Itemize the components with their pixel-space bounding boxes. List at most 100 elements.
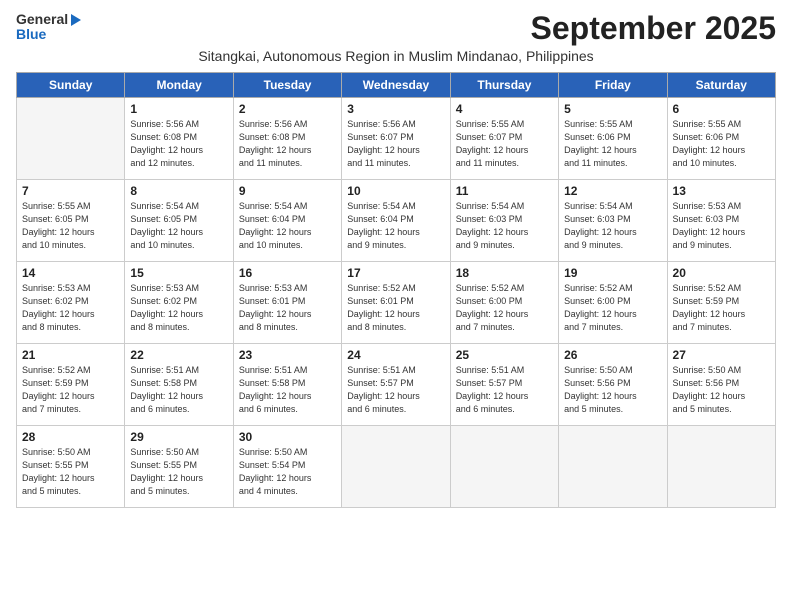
day-number: 17 (347, 266, 444, 280)
calendar-cell: 30 Sunrise: 5:50 AMSunset: 5:54 PMDayligh… (233, 426, 341, 508)
day-info: Sunrise: 5:54 AMSunset: 6:03 PMDaylight:… (456, 200, 553, 252)
calendar-cell (667, 426, 775, 508)
calendar-cell: 17 Sunrise: 5:52 AMSunset: 6:01 PMDayligh… (342, 262, 450, 344)
subtitle: Sitangkai, Autonomous Region in Muslim M… (16, 48, 776, 64)
calendar-day-header: Tuesday (233, 73, 341, 98)
day-info: Sunrise: 5:51 AMSunset: 5:58 PMDaylight:… (130, 364, 227, 416)
calendar-cell: 2 Sunrise: 5:56 AMSunset: 6:08 PMDaylight… (233, 98, 341, 180)
calendar: SundayMondayTuesdayWednesdayThursdayFrid… (16, 72, 776, 508)
day-number: 11 (456, 184, 553, 198)
calendar-day-header: Saturday (667, 73, 775, 98)
month-title: September 2025 (531, 12, 776, 44)
day-number: 20 (673, 266, 770, 280)
calendar-cell: 7 Sunrise: 5:55 AMSunset: 6:05 PMDaylight… (17, 180, 125, 262)
day-number: 23 (239, 348, 336, 362)
calendar-cell: 21 Sunrise: 5:52 AMSunset: 5:59 PMDayligh… (17, 344, 125, 426)
calendar-cell (450, 426, 558, 508)
calendar-cell (559, 426, 667, 508)
day-info: Sunrise: 5:52 AMSunset: 6:00 PMDaylight:… (456, 282, 553, 334)
day-number: 19 (564, 266, 661, 280)
day-number: 12 (564, 184, 661, 198)
day-info: Sunrise: 5:55 AMSunset: 6:06 PMDaylight:… (564, 118, 661, 170)
day-info: Sunrise: 5:52 AMSunset: 5:59 PMDaylight:… (22, 364, 119, 416)
day-info: Sunrise: 5:50 AMSunset: 5:55 PMDaylight:… (130, 446, 227, 498)
day-number: 3 (347, 102, 444, 116)
day-info: Sunrise: 5:55 AMSunset: 6:05 PMDaylight:… (22, 200, 119, 252)
day-info: Sunrise: 5:52 AMSunset: 6:00 PMDaylight:… (564, 282, 661, 334)
calendar-cell: 14 Sunrise: 5:53 AMSunset: 6:02 PMDayligh… (17, 262, 125, 344)
day-number: 18 (456, 266, 553, 280)
day-number: 14 (22, 266, 119, 280)
day-info: Sunrise: 5:53 AMSunset: 6:02 PMDaylight:… (22, 282, 119, 334)
calendar-cell: 18 Sunrise: 5:52 AMSunset: 6:00 PMDayligh… (450, 262, 558, 344)
calendar-cell: 4 Sunrise: 5:55 AMSunset: 6:07 PMDaylight… (450, 98, 558, 180)
page: General Blue September 2025 Sitangkai, A… (0, 0, 792, 518)
day-info: Sunrise: 5:52 AMSunset: 6:01 PMDaylight:… (347, 282, 444, 334)
day-number: 7 (22, 184, 119, 198)
day-number: 5 (564, 102, 661, 116)
logo: General Blue (16, 12, 81, 43)
day-number: 24 (347, 348, 444, 362)
day-info: Sunrise: 5:56 AMSunset: 6:08 PMDaylight:… (130, 118, 227, 170)
day-number: 27 (673, 348, 770, 362)
logo-arrow-icon (71, 14, 81, 26)
calendar-cell: 28Sunrise: 5:50 AMSunset: 5:55 PMDayligh… (17, 426, 125, 508)
calendar-cell: 3 Sunrise: 5:56 AMSunset: 6:07 PMDaylight… (342, 98, 450, 180)
calendar-week-row: 21 Sunrise: 5:52 AMSunset: 5:59 PMDayligh… (17, 344, 776, 426)
day-info: Sunrise: 5:53 AMSunset: 6:01 PMDaylight:… (239, 282, 336, 334)
calendar-cell: 9Sunrise: 5:54 AMSunset: 6:04 PMDaylight… (233, 180, 341, 262)
day-number: 25 (456, 348, 553, 362)
calendar-cell: 20 Sunrise: 5:52 AMSunset: 5:59 PMDayligh… (667, 262, 775, 344)
day-info: Sunrise: 5:52 AMSunset: 5:59 PMDaylight:… (673, 282, 770, 334)
day-info: Sunrise: 5:56 AMSunset: 6:08 PMDaylight:… (239, 118, 336, 170)
day-number: 4 (456, 102, 553, 116)
calendar-cell: 12 Sunrise: 5:54 AMSunset: 6:03 PMDayligh… (559, 180, 667, 262)
day-info: Sunrise: 5:51 AMSunset: 5:58 PMDaylight:… (239, 364, 336, 416)
day-info: Sunrise: 5:55 AMSunset: 6:06 PMDaylight:… (673, 118, 770, 170)
calendar-cell (342, 426, 450, 508)
calendar-cell: 10 Sunrise: 5:54 AMSunset: 6:04 PMDayligh… (342, 180, 450, 262)
calendar-cell: 29 Sunrise: 5:50 AMSunset: 5:55 PMDayligh… (125, 426, 233, 508)
day-number: 13 (673, 184, 770, 198)
logo-blue-text: Blue (16, 27, 46, 42)
day-number: 29 (130, 430, 227, 444)
day-number: 21 (22, 348, 119, 362)
day-info: Sunrise: 5:54 AMSunset: 6:04 PMDaylight:… (347, 200, 444, 252)
day-number: 6 (673, 102, 770, 116)
calendar-cell: 16 Sunrise: 5:53 AMSunset: 6:01 PMDayligh… (233, 262, 341, 344)
calendar-cell: 25Sunrise: 5:51 AMSunset: 5:57 PMDayligh… (450, 344, 558, 426)
day-info: Sunrise: 5:54 AMSunset: 6:05 PMDaylight:… (130, 200, 227, 252)
calendar-cell: 11 Sunrise: 5:54 AMSunset: 6:03 PMDayligh… (450, 180, 558, 262)
calendar-cell: 19 Sunrise: 5:52 AMSunset: 6:00 PMDayligh… (559, 262, 667, 344)
day-number: 15 (130, 266, 227, 280)
calendar-week-row: 28Sunrise: 5:50 AMSunset: 5:55 PMDayligh… (17, 426, 776, 508)
header-row: General Blue September 2025 (16, 12, 776, 44)
day-number: 16 (239, 266, 336, 280)
day-info: Sunrise: 5:56 AMSunset: 6:07 PMDaylight:… (347, 118, 444, 170)
calendar-cell: 6 Sunrise: 5:55 AMSunset: 6:06 PMDaylight… (667, 98, 775, 180)
day-info: Sunrise: 5:50 AMSunset: 5:56 PMDaylight:… (564, 364, 661, 416)
day-info: Sunrise: 5:50 AMSunset: 5:56 PMDaylight:… (673, 364, 770, 416)
day-info: Sunrise: 5:51 AMSunset: 5:57 PMDaylight:… (347, 364, 444, 416)
day-number: 30 (239, 430, 336, 444)
day-info: Sunrise: 5:50 AMSunset: 5:55 PMDaylight:… (22, 446, 119, 498)
day-info: Sunrise: 5:53 AMSunset: 6:02 PMDaylight:… (130, 282, 227, 334)
calendar-week-row: 14 Sunrise: 5:53 AMSunset: 6:02 PMDayligh… (17, 262, 776, 344)
day-number: 2 (239, 102, 336, 116)
day-info: Sunrise: 5:55 AMSunset: 6:07 PMDaylight:… (456, 118, 553, 170)
calendar-cell: 1Sunrise: 5:56 AMSunset: 6:08 PMDaylight… (125, 98, 233, 180)
calendar-week-row: 7 Sunrise: 5:55 AMSunset: 6:05 PMDaylight… (17, 180, 776, 262)
calendar-cell: 23 Sunrise: 5:51 AMSunset: 5:58 PMDayligh… (233, 344, 341, 426)
day-number: 10 (347, 184, 444, 198)
calendar-cell: 26Sunrise: 5:50 AMSunset: 5:56 PMDayligh… (559, 344, 667, 426)
calendar-cell: 24 Sunrise: 5:51 AMSunset: 5:57 PMDayligh… (342, 344, 450, 426)
calendar-cell: 27 Sunrise: 5:50 AMSunset: 5:56 PMDayligh… (667, 344, 775, 426)
day-info: Sunrise: 5:54 AMSunset: 6:03 PMDaylight:… (564, 200, 661, 252)
calendar-cell: 13 Sunrise: 5:53 AMSunset: 6:03 PMDayligh… (667, 180, 775, 262)
day-info: Sunrise: 5:50 AMSunset: 5:54 PMDaylight:… (239, 446, 336, 498)
calendar-day-header: Monday (125, 73, 233, 98)
calendar-day-header: Sunday (17, 73, 125, 98)
calendar-cell: 22Sunrise: 5:51 AMSunset: 5:58 PMDayligh… (125, 344, 233, 426)
logo-general-text: General (16, 12, 81, 27)
day-info: Sunrise: 5:53 AMSunset: 6:03 PMDaylight:… (673, 200, 770, 252)
